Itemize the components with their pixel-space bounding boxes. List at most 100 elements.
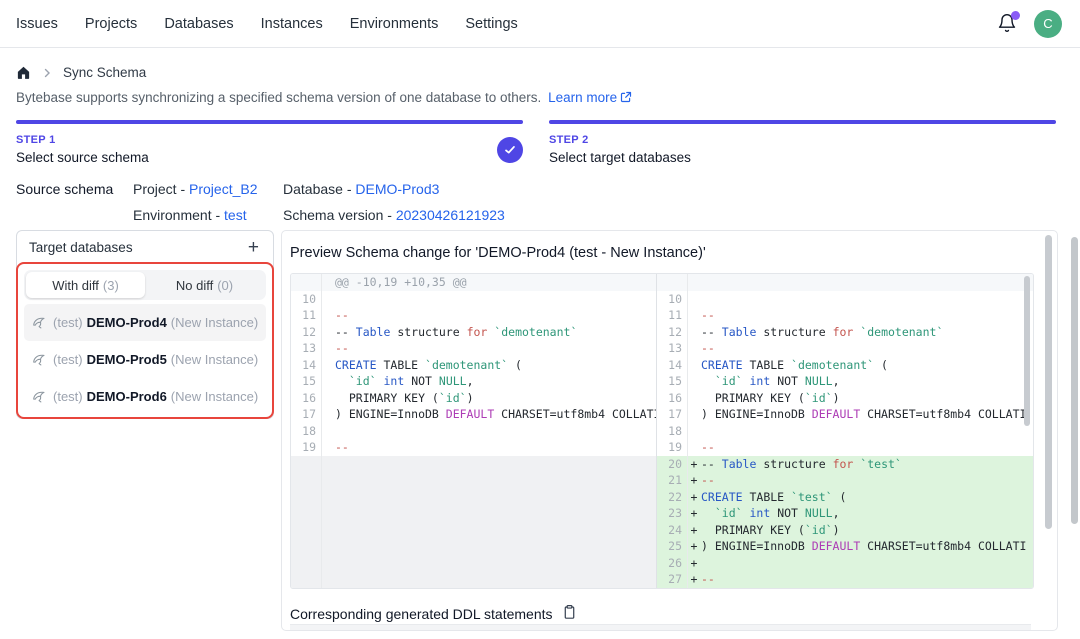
line-number: 17 <box>291 406 321 423</box>
diff-prefix <box>321 324 335 341</box>
step-2-progress-bar <box>549 120 1056 124</box>
step-1: STEP 1 Select source schema <box>16 120 523 165</box>
nav-item-environments[interactable]: Environments <box>350 16 439 32</box>
source-schema-version: Schema version - 20230426121923 <box>283 207 1064 223</box>
line-number: 12 <box>657 324 687 341</box>
diff-line: 11-- <box>291 307 656 324</box>
diff-left-pane: @@ -10,19 +10,35 @@1011--12-- Table stru… <box>291 274 657 588</box>
line-number: 17 <box>657 406 687 423</box>
diff-line: 23+ `id` int NOT NULL, <box>657 505 1033 522</box>
diff-prefix <box>687 324 701 341</box>
diff-hunk-header <box>657 274 1033 291</box>
copy-ddl-button[interactable] <box>562 604 577 623</box>
diff-line: 12-- Table structure for `demotenant` <box>291 324 656 341</box>
preview-title: Preview Schema change for 'DEMO-Prod4 (t… <box>282 231 1057 273</box>
diff-prefix <box>321 307 335 324</box>
top-nav: Issues Projects Databases Instances Environm… <box>0 0 1080 48</box>
diff-prefix: + <box>687 538 701 555</box>
bell-icon <box>997 21 1017 36</box>
line-number: 27 <box>657 571 687 588</box>
code-text: PRIMARY KEY (`id`) <box>701 522 1033 539</box>
card-scrollbar-thumb[interactable] <box>1045 235 1052 529</box>
source-database: Database - DEMO-Prod3 <box>283 181 1064 197</box>
target-db-item[interactable]: (test)DEMO-Prod6(New Instance) <box>24 378 266 415</box>
page-scrollbar-thumb[interactable] <box>1071 237 1078 524</box>
db-environment: (test) <box>53 315 83 330</box>
source-environment: Environment - test <box>133 207 283 223</box>
diff-prefix <box>687 307 701 324</box>
target-db-item[interactable]: (test)DEMO-Prod4(New Instance) <box>24 304 266 341</box>
line-number: 16 <box>657 390 687 407</box>
diff-line: 16 PRIMARY KEY (`id`) <box>291 390 656 407</box>
diff-line: 13-- <box>291 340 656 357</box>
steps: STEP 1 Select source schema STEP 2 Selec… <box>0 105 1080 165</box>
diff-prefix <box>321 373 335 390</box>
diff-line: 14CREATE TABLE `demotenant` ( <box>291 357 656 374</box>
code-text: `id` int NOT NULL, <box>335 373 656 390</box>
nav-item-databases[interactable]: Databases <box>164 16 233 32</box>
nav-item-settings[interactable]: Settings <box>465 16 517 32</box>
target-db-selector-highlight: With diff (3) No diff(0) (test)DEMO-Prod4(… <box>16 262 274 419</box>
line-number: 18 <box>291 423 321 440</box>
code-text: ) ENGINE=InnoDB DEFAULT CHARSET=utf8mb4 … <box>701 406 1033 423</box>
code-text: -- Table structure for `test` <box>701 456 1033 473</box>
source-project: Project - Project_B2 <box>133 181 283 197</box>
diff-prefix: + <box>687 489 701 506</box>
diff-prefix <box>687 439 701 456</box>
notification-dot <box>1011 11 1020 20</box>
tab-count: (3) <box>103 278 119 293</box>
line-number: 10 <box>291 291 321 308</box>
tab-no-diff[interactable]: No diff(0) <box>145 272 264 298</box>
home-icon[interactable] <box>16 65 31 80</box>
step-2: STEP 2 Select target databases <box>549 120 1056 165</box>
db-name: DEMO-Prod6 <box>87 389 167 404</box>
sync-schema-page: Issues Projects Databases Instances Environm… <box>0 0 1080 631</box>
breadcrumb-current: Sync Schema <box>63 65 146 80</box>
schema-version-label: Schema version - <box>283 207 392 223</box>
tab-label: With diff <box>52 278 99 293</box>
database-link[interactable]: DEMO-Prod3 <box>355 181 439 197</box>
code-text: -- <box>701 307 1033 324</box>
diff-line: 19-- <box>291 439 656 456</box>
nav-item-projects[interactable]: Projects <box>85 16 137 32</box>
schema-version-link[interactable]: 20230426121923 <box>396 207 505 223</box>
code-text: -- Table structure for `demotenant` <box>701 324 1033 341</box>
project-link[interactable]: Project_B2 <box>189 181 257 197</box>
environment-link[interactable]: test <box>224 207 247 223</box>
diff-scrollbar-thumb[interactable] <box>1024 276 1030 426</box>
diff-line: 21+-- <box>657 472 1033 489</box>
learn-more-link[interactable]: Learn more <box>548 90 632 105</box>
diff-line: 10 <box>291 291 656 308</box>
target-db-item[interactable]: (test)DEMO-Prod5(New Instance) <box>24 341 266 378</box>
diff-line: 22+CREATE TABLE `test` ( <box>657 489 1033 506</box>
diff-prefix: + <box>687 456 701 473</box>
code-text <box>335 423 656 440</box>
diff-prefix: + <box>687 555 701 572</box>
db-instance-suffix: (New Instance) <box>171 389 258 404</box>
code-text <box>701 423 1033 440</box>
nav-item-issues[interactable]: Issues <box>16 16 58 32</box>
mysql-icon <box>32 389 47 404</box>
code-text: -- Table structure for `demotenant` <box>335 324 656 341</box>
line-number <box>291 274 321 291</box>
notifications-button[interactable] <box>996 13 1018 35</box>
diff-prefix <box>321 357 335 374</box>
diff-line: 18 <box>657 423 1033 440</box>
line-number: 24 <box>657 522 687 539</box>
db-instance-suffix: (New Instance) <box>171 352 258 367</box>
diff-prefix <box>321 340 335 357</box>
diff-line: 19-- <box>657 439 1033 456</box>
target-panel-header: Target databases + <box>17 231 273 263</box>
tab-with-diff[interactable]: With diff (3) <box>26 272 145 298</box>
source-schema-section: Source schema Project - Project_B2 Datab… <box>0 165 1080 223</box>
main-content: Target databases + With diff (3) No diff(0… <box>0 223 1080 631</box>
line-number: 13 <box>291 340 321 357</box>
add-target-database-button[interactable]: + <box>246 238 261 257</box>
diff-prefix <box>687 390 701 407</box>
line-number: 15 <box>291 373 321 390</box>
diff-line: 20+-- Table structure for `test` <box>657 456 1033 473</box>
avatar[interactable]: C <box>1034 10 1062 38</box>
nav-item-instances[interactable]: Instances <box>261 16 323 32</box>
diff-line: 14CREATE TABLE `demotenant` ( <box>657 357 1033 374</box>
diff-prefix <box>687 357 701 374</box>
